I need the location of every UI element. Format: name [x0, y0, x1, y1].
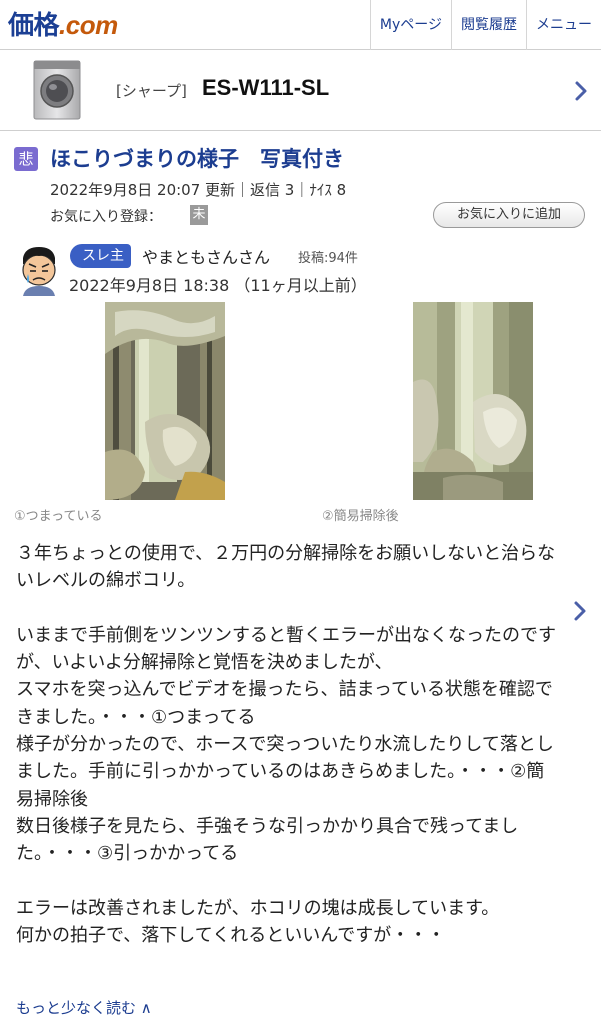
- post-line: エラーは改善されましたが、ホコリの塊は成長しています。: [16, 897, 500, 919]
- chevron-right-icon[interactable]: [573, 600, 587, 622]
- photo-caption-1: ①つまっている: [14, 509, 103, 524]
- nav-menu[interactable]: メニュー: [526, 0, 601, 50]
- post-line: 何かの拍子で、落下してくれるといいんですが・・・: [16, 925, 446, 947]
- logo-com: com: [65, 10, 118, 40]
- site-logo[interactable]: 価格.com: [8, 10, 118, 40]
- mood-badge: 悲: [14, 147, 38, 171]
- add-favorite-button[interactable]: お気に入りに追加: [433, 202, 585, 228]
- post-photo-1[interactable]: [105, 302, 225, 500]
- thread-title: ほこりづまりの様子 写真付き: [50, 147, 344, 171]
- photo-after-cleaning-image: [413, 302, 533, 500]
- post-line: ３年ちょっとの使用で、２万円の分解掃除をお願いしないと治らないレベルの綿ボコリ。: [16, 543, 556, 592]
- post-username[interactable]: やまともさんさん: [142, 244, 270, 268]
- post-photo-2[interactable]: [413, 302, 533, 500]
- product-maker: [シャープ]: [116, 82, 187, 100]
- read-less-link[interactable]: もっと少なく読む ∧: [16, 997, 152, 1018]
- post-count: 投稿:94件: [298, 251, 358, 266]
- favorite-label: お気に入り登録：: [50, 209, 162, 225]
- thread-meta: 2022年9月8日 20:07 更新｜返信 3｜ﾅｲｽ 8: [50, 181, 347, 199]
- post-blank-line: [16, 595, 561, 622]
- photo-clogged-image: [105, 302, 225, 500]
- post-line: いままで手前側をツンツンすると暫くエラーが出なくなったのですが、いよいよ分解掃除…: [16, 624, 556, 674]
- washing-machine-image: [33, 60, 81, 120]
- logo-kakaku: 価格: [8, 10, 60, 40]
- user-avatar[interactable]: [17, 244, 61, 296]
- post-date: 2022年9月8日 18:38 （11ヶ月以上前）: [69, 276, 367, 295]
- post-line: 数日後様子を見たら、手強そうな引っかかり具合で残ってました。・・・③引っかかって…: [16, 815, 519, 865]
- post-body: ３年ちょっとの使用で、２万円の分解掃除をお願いしないと治らないレベルの綿ボコリ。…: [16, 540, 561, 949]
- favorite-status-badge: 未: [190, 205, 208, 225]
- post-blank-line: [16, 868, 561, 895]
- logo-dot: .: [59, 10, 66, 40]
- nav-history[interactable]: 閲覧履歴: [451, 0, 526, 50]
- nav-mypage[interactable]: Myページ: [369, 0, 451, 50]
- thread-owner-badge: スレ主: [70, 244, 131, 268]
- photo-caption-2: ②簡易掃除後: [322, 509, 399, 524]
- header-nav: Myページ 閲覧履歴 メニュー: [369, 0, 601, 50]
- chevron-right-icon: [575, 81, 587, 101]
- post-line: 様子が分かったので、ホースで突っついたり水流したりして落としました。手前に引っか…: [16, 734, 554, 810]
- site-header: 価格.com Myページ 閲覧履歴 メニュー: [0, 0, 601, 50]
- product-model: ES-W111-SL: [202, 75, 330, 100]
- post-line: スマホを突っ込んでビデオを撮ったら、詰まっている状態を確認できました。・・・①つ…: [16, 679, 553, 728]
- product-bar[interactable]: [シャープ] ES-W111-SL: [0, 51, 601, 131]
